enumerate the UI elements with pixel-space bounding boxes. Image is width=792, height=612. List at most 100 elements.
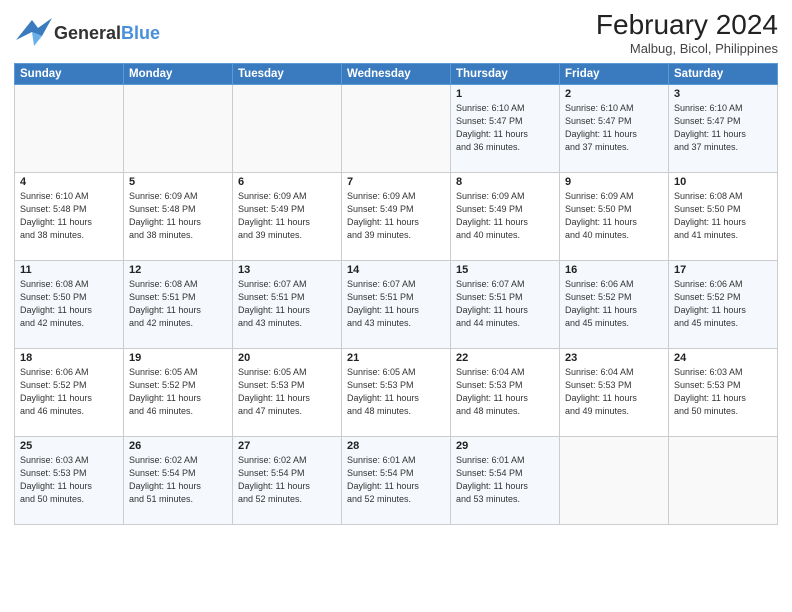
calendar-cell: 10 Sunrise: 6:08 AMSunset: 5:50 PMDayligh… (669, 173, 778, 261)
calendar-cell: 2Sunrise: 6:10 AMSunset: 5:47 PMDaylight… (560, 85, 669, 173)
day-info: Sunrise: 6:05 AMSunset: 5:53 PMDaylight:… (347, 366, 445, 418)
day-info: Sunrise: 6:09 AMSunset: 5:48 PMDaylight:… (129, 190, 227, 242)
day-number: 27 (238, 440, 336, 452)
calendar-table: SundayMondayTuesdayWednesdayThursdayFrid… (14, 63, 778, 525)
day-info: Sunrise: 6:08 AMSunset: 5:50 PMDaylight:… (20, 278, 118, 330)
day-number: 25 (20, 440, 118, 452)
day-number: 9 (565, 176, 663, 188)
calendar-cell: 13 Sunrise: 6:07 AMSunset: 5:51 PMDayligh… (233, 261, 342, 349)
day-number: 10 (674, 176, 772, 188)
day-info: Sunrise: 6:10 AMSunset: 5:47 PMDaylight:… (565, 102, 663, 154)
day-number: 8 (456, 176, 554, 188)
day-info: Sunrise: 6:05 AMSunset: 5:52 PMDaylight:… (129, 366, 227, 418)
day-info: Sunrise: 6:04 AMSunset: 5:53 PMDaylight:… (456, 366, 554, 418)
logo-blue: Blue (121, 23, 160, 43)
calendar-cell (560, 437, 669, 525)
calendar-cell (669, 437, 778, 525)
calendar-cell: 5Sunrise: 6:09 AMSunset: 5:48 PMDaylight… (124, 173, 233, 261)
day-number: 13 (238, 264, 336, 276)
day-info: Sunrise: 6:10 AMSunset: 5:47 PMDaylight:… (456, 102, 554, 154)
day-info: Sunrise: 6:03 AMSunset: 5:53 PMDaylight:… (20, 454, 118, 506)
day-number: 12 (129, 264, 227, 276)
day-number: 1 (456, 88, 554, 100)
day-info: Sunrise: 6:08 AMSunset: 5:51 PMDaylight:… (129, 278, 227, 330)
day-info: Sunrise: 6:10 AMSunset: 5:48 PMDaylight:… (20, 190, 118, 242)
calendar-cell: 25 Sunrise: 6:03 AMSunset: 5:53 PMDayligh… (15, 437, 124, 525)
calendar-cell: 27Sunrise: 6:02 AMSunset: 5:54 PMDayligh… (233, 437, 342, 525)
calendar-cell: 22 Sunrise: 6:04 AMSunset: 5:53 PMDayligh… (451, 349, 560, 437)
day-number: 16 (565, 264, 663, 276)
calendar-cell: 3Sunrise: 6:10 AMSunset: 5:47 PMDaylight… (669, 85, 778, 173)
logo-text: GeneralBlue (54, 23, 160, 44)
calendar-cell (124, 85, 233, 173)
day-info: Sunrise: 6:07 AMSunset: 5:51 PMDaylight:… (238, 278, 336, 330)
calendar-header-row: SundayMondayTuesdayWednesdayThursdayFrid… (15, 64, 778, 85)
day-number: 21 (347, 352, 445, 364)
day-info: Sunrise: 6:07 AMSunset: 5:51 PMDaylight:… (456, 278, 554, 330)
calendar-week-row: 25 Sunrise: 6:03 AMSunset: 5:53 PMDayligh… (15, 437, 778, 525)
weekday-header: Wednesday (342, 64, 451, 85)
page: GeneralBlue February 2024 Malbug, Bicol,… (0, 0, 792, 612)
day-info: Sunrise: 6:05 AMSunset: 5:53 PMDaylight:… (238, 366, 336, 418)
day-number: 22 (456, 352, 554, 364)
day-number: 20 (238, 352, 336, 364)
weekday-header: Saturday (669, 64, 778, 85)
calendar-week-row: 18 Sunrise: 6:06 AMSunset: 5:52 PMDayligh… (15, 349, 778, 437)
day-info: Sunrise: 6:06 AMSunset: 5:52 PMDaylight:… (20, 366, 118, 418)
day-info: Sunrise: 6:02 AMSunset: 5:54 PMDaylight:… (129, 454, 227, 506)
calendar-week-row: 11 Sunrise: 6:08 AMSunset: 5:50 PMDayligh… (15, 261, 778, 349)
day-number: 28 (347, 440, 445, 452)
calendar-cell: 23Sunrise: 6:04 AMSunset: 5:53 PMDayligh… (560, 349, 669, 437)
calendar-cell: 18 Sunrise: 6:06 AMSunset: 5:52 PMDayligh… (15, 349, 124, 437)
weekday-header: Sunday (15, 64, 124, 85)
calendar-cell: 17Sunrise: 6:06 AMSunset: 5:52 PMDayligh… (669, 261, 778, 349)
calendar-cell: 16 Sunrise: 6:06 AMSunset: 5:52 PMDayligh… (560, 261, 669, 349)
logo-general: General (54, 23, 121, 43)
calendar-cell: 4 Sunrise: 6:10 AMSunset: 5:48 PMDaylight… (15, 173, 124, 261)
calendar-cell: 24 Sunrise: 6:03 AMSunset: 5:53 PMDayligh… (669, 349, 778, 437)
day-number: 6 (238, 176, 336, 188)
day-info: Sunrise: 6:07 AMSunset: 5:51 PMDaylight:… (347, 278, 445, 330)
day-number: 7 (347, 176, 445, 188)
logo-icon (14, 10, 52, 52)
day-info: Sunrise: 6:08 AMSunset: 5:50 PMDaylight:… (674, 190, 772, 242)
day-number: 24 (674, 352, 772, 364)
calendar-cell: 7 Sunrise: 6:09 AMSunset: 5:49 PMDaylight… (342, 173, 451, 261)
day-info: Sunrise: 6:03 AMSunset: 5:53 PMDaylight:… (674, 366, 772, 418)
calendar-cell: 6 Sunrise: 6:09 AMSunset: 5:49 PMDaylight… (233, 173, 342, 261)
calendar-cell: 11 Sunrise: 6:08 AMSunset: 5:50 PMDayligh… (15, 261, 124, 349)
header: GeneralBlue February 2024 Malbug, Bicol,… (14, 10, 778, 57)
calendar-cell: 15 Sunrise: 6:07 AMSunset: 5:51 PMDayligh… (451, 261, 560, 349)
day-number: 19 (129, 352, 227, 364)
calendar-cell: 29Sunrise: 6:01 AMSunset: 5:54 PMDayligh… (451, 437, 560, 525)
title-block: February 2024 Malbug, Bicol, Philippines (596, 10, 778, 56)
month-year: February 2024 (596, 10, 778, 41)
location: Malbug, Bicol, Philippines (596, 41, 778, 56)
calendar-week-row: 4 Sunrise: 6:10 AMSunset: 5:48 PMDaylight… (15, 173, 778, 261)
day-info: Sunrise: 6:06 AMSunset: 5:52 PMDaylight:… (565, 278, 663, 330)
calendar-cell: 12 Sunrise: 6:08 AMSunset: 5:51 PMDayligh… (124, 261, 233, 349)
day-info: Sunrise: 6:09 AMSunset: 5:49 PMDaylight:… (347, 190, 445, 242)
day-info: Sunrise: 6:09 AMSunset: 5:49 PMDaylight:… (456, 190, 554, 242)
calendar-cell: 14 Sunrise: 6:07 AMSunset: 5:51 PMDayligh… (342, 261, 451, 349)
day-info: Sunrise: 6:09 AMSunset: 5:49 PMDaylight:… (238, 190, 336, 242)
calendar-cell: 8 Sunrise: 6:09 AMSunset: 5:49 PMDaylight… (451, 173, 560, 261)
day-number: 14 (347, 264, 445, 276)
weekday-header: Friday (560, 64, 669, 85)
day-number: 15 (456, 264, 554, 276)
calendar-cell: 28 Sunrise: 6:01 AMSunset: 5:54 PMDayligh… (342, 437, 451, 525)
calendar-cell (342, 85, 451, 173)
day-number: 4 (20, 176, 118, 188)
calendar-cell: 26 Sunrise: 6:02 AMSunset: 5:54 PMDayligh… (124, 437, 233, 525)
day-number: 23 (565, 352, 663, 364)
weekday-header: Tuesday (233, 64, 342, 85)
day-number: 17 (674, 264, 772, 276)
day-number: 26 (129, 440, 227, 452)
calendar-week-row: 1 Sunrise: 6:10 AMSunset: 5:47 PMDaylight… (15, 85, 778, 173)
day-number: 11 (20, 264, 118, 276)
day-number: 18 (20, 352, 118, 364)
calendar-cell: 19 Sunrise: 6:05 AMSunset: 5:52 PMDayligh… (124, 349, 233, 437)
weekday-header: Thursday (451, 64, 560, 85)
day-info: Sunrise: 6:01 AMSunset: 5:54 PMDaylight:… (347, 454, 445, 506)
day-number: 29 (456, 440, 554, 452)
